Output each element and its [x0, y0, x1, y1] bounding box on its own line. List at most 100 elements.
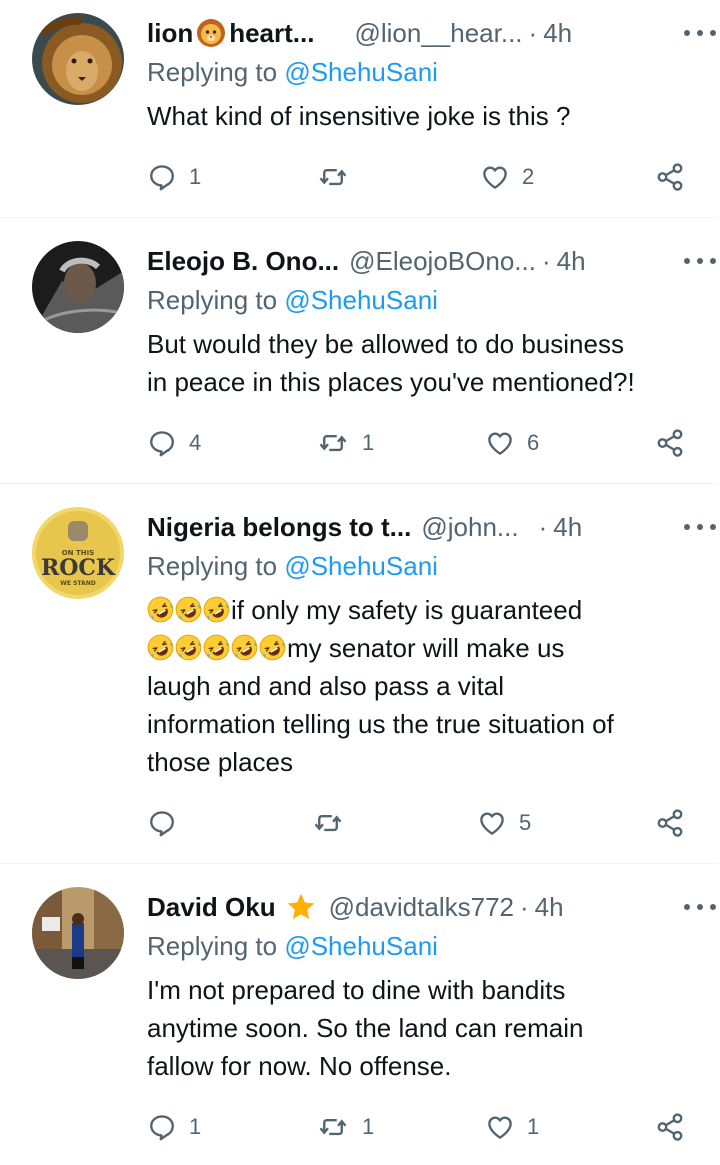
reply-item[interactable]: Eleojo B. Ono... @EleojoBOno... · 4h Rep… [0, 218, 720, 484]
avatar[interactable] [32, 887, 124, 979]
reply-text: I'm not prepared to dine with bandits an… [147, 971, 692, 1085]
replying-label: Replying to [147, 931, 278, 961]
share-button[interactable] [655, 423, 685, 463]
retweet-button[interactable]: 1 [316, 423, 374, 463]
reply-header: Eleojo B. Ono... @EleojoBOno... · 4h [147, 243, 692, 279]
share-button[interactable] [655, 157, 685, 197]
reply-icon [147, 162, 177, 192]
reply-text: But would they be allowed to do business… [147, 325, 692, 401]
mention-link[interactable]: @ShehuSani [284, 285, 438, 315]
retweet-icon [311, 808, 345, 838]
reply-button[interactable]: 1 [147, 1107, 201, 1147]
text-line: information telling us the true situatio… [147, 709, 614, 739]
share-button[interactable] [655, 803, 685, 843]
user-handle[interactable]: @lion__hear... [354, 18, 522, 49]
more-icon[interactable] [684, 897, 716, 917]
retweet-icon [316, 162, 350, 192]
retweet-button[interactable] [316, 157, 362, 197]
user-photo-avatar-image [32, 241, 124, 333]
retweet-icon [316, 428, 350, 458]
reply-text: if only my safety is guaranteed my senat… [147, 591, 692, 781]
display-name[interactable]: lion [147, 18, 193, 49]
retweet-count: 1 [362, 1114, 375, 1139]
reply-icon [147, 428, 177, 458]
text-line: my senator will make us [147, 629, 692, 667]
mention-link[interactable]: @ShehuSani [284, 57, 438, 87]
retweet-button[interactable] [311, 803, 357, 843]
like-button[interactable]: 6 [485, 423, 539, 463]
like-count: 5 [519, 810, 532, 835]
text-line: fallow for now. No offense. [147, 1051, 452, 1081]
rofl-emoji-icon [147, 634, 174, 661]
share-icon [655, 808, 685, 838]
reply-item[interactable]: ON THIS ROCK WE STAND Nigeria belongs to… [0, 484, 720, 864]
reply-item[interactable]: David Oku @davidtalks772 · 4h Replying t… [0, 864, 720, 1165]
heart-icon [485, 428, 515, 458]
reply-icon [147, 1112, 177, 1142]
rofl-emoji-icon [231, 634, 258, 661]
timestamp[interactable]: 4h [557, 246, 586, 277]
text-line: if only my safety is guaranteed [147, 591, 692, 629]
like-button[interactable]: 5 [477, 803, 531, 843]
display-name[interactable]: Eleojo B. Ono... [147, 246, 339, 277]
lion-avatar-image [32, 13, 124, 105]
reply-count: 4 [189, 430, 202, 455]
display-name[interactable]: David Oku [147, 892, 276, 923]
mention-link[interactable]: @ShehuSani [284, 931, 438, 961]
separator-dot: · [528, 17, 538, 48]
rofl-emoji-icon [259, 634, 286, 661]
display-name-suffix[interactable]: heart... [229, 18, 314, 49]
share-button[interactable] [655, 1107, 685, 1147]
separator-dot: · [519, 891, 529, 922]
mention-link[interactable]: @ShehuSani [284, 551, 438, 581]
heart-icon [485, 1112, 515, 1142]
display-name[interactable]: Nigeria belongs to t... [147, 512, 411, 543]
star-icon [287, 893, 314, 920]
avatar-text-main: ROCK [41, 555, 116, 581]
more-icon[interactable] [684, 517, 716, 537]
avatar[interactable] [32, 241, 124, 333]
user-handle[interactable]: @john... [421, 512, 518, 543]
timestamp[interactable]: 4h [543, 18, 572, 49]
reply-header: lion heart... @lion__hear... · 4h [147, 15, 692, 51]
rofl-emoji-icon [203, 596, 230, 623]
share-icon [655, 428, 685, 458]
reply-header: David Oku @davidtalks772 · 4h [147, 889, 692, 925]
text-line: in peace in this places you've mentioned… [147, 367, 635, 397]
reply-count: 1 [189, 1114, 202, 1139]
like-count: 6 [527, 430, 540, 455]
like-button[interactable]: 1 [485, 1107, 539, 1147]
avatar[interactable] [32, 13, 124, 105]
reply-button[interactable] [147, 803, 189, 843]
reply-text: What kind of insensitive joke is this ? [147, 97, 692, 135]
share-icon [655, 1112, 685, 1142]
share-icon [655, 162, 685, 192]
rock-logo-avatar-image: ON THIS ROCK WE STAND [32, 507, 124, 599]
more-icon[interactable] [684, 251, 716, 271]
rofl-emoji-icon [147, 596, 174, 623]
reply-button[interactable]: 4 [147, 423, 201, 463]
like-count: 2 [522, 164, 535, 189]
text-line: anytime soon. So the land can remain [147, 1013, 584, 1043]
user-handle[interactable]: @davidtalks772 [329, 892, 514, 923]
action-bar: 5 [0, 803, 720, 843]
replying-to: Replying to @ShehuSani [147, 931, 438, 962]
reply-button[interactable]: 1 [147, 157, 201, 197]
retweet-count: 1 [362, 430, 375, 455]
like-button[interactable]: 2 [480, 157, 534, 197]
replying-to: Replying to @ShehuSani [147, 551, 438, 582]
reply-item[interactable]: lion heart... @lion__hear... · 4h Replyi… [0, 0, 720, 218]
rofl-emoji-icon [175, 634, 202, 661]
retweet-button[interactable]: 1 [316, 1107, 374, 1147]
retweet-icon [316, 1112, 350, 1142]
heart-icon [480, 162, 510, 192]
more-icon[interactable] [684, 23, 716, 43]
timestamp[interactable]: 4h [553, 512, 582, 543]
user-handle[interactable]: @EleojoBOno... [349, 246, 536, 277]
text-line: But would they be allowed to do business [147, 329, 624, 359]
timestamp[interactable]: 4h [535, 892, 564, 923]
action-bar: 4 1 6 [0, 423, 720, 463]
text-line: laugh and and also pass a vital [147, 671, 505, 701]
replying-to: Replying to @ShehuSani [147, 285, 438, 316]
avatar[interactable]: ON THIS ROCK WE STAND [32, 507, 124, 599]
